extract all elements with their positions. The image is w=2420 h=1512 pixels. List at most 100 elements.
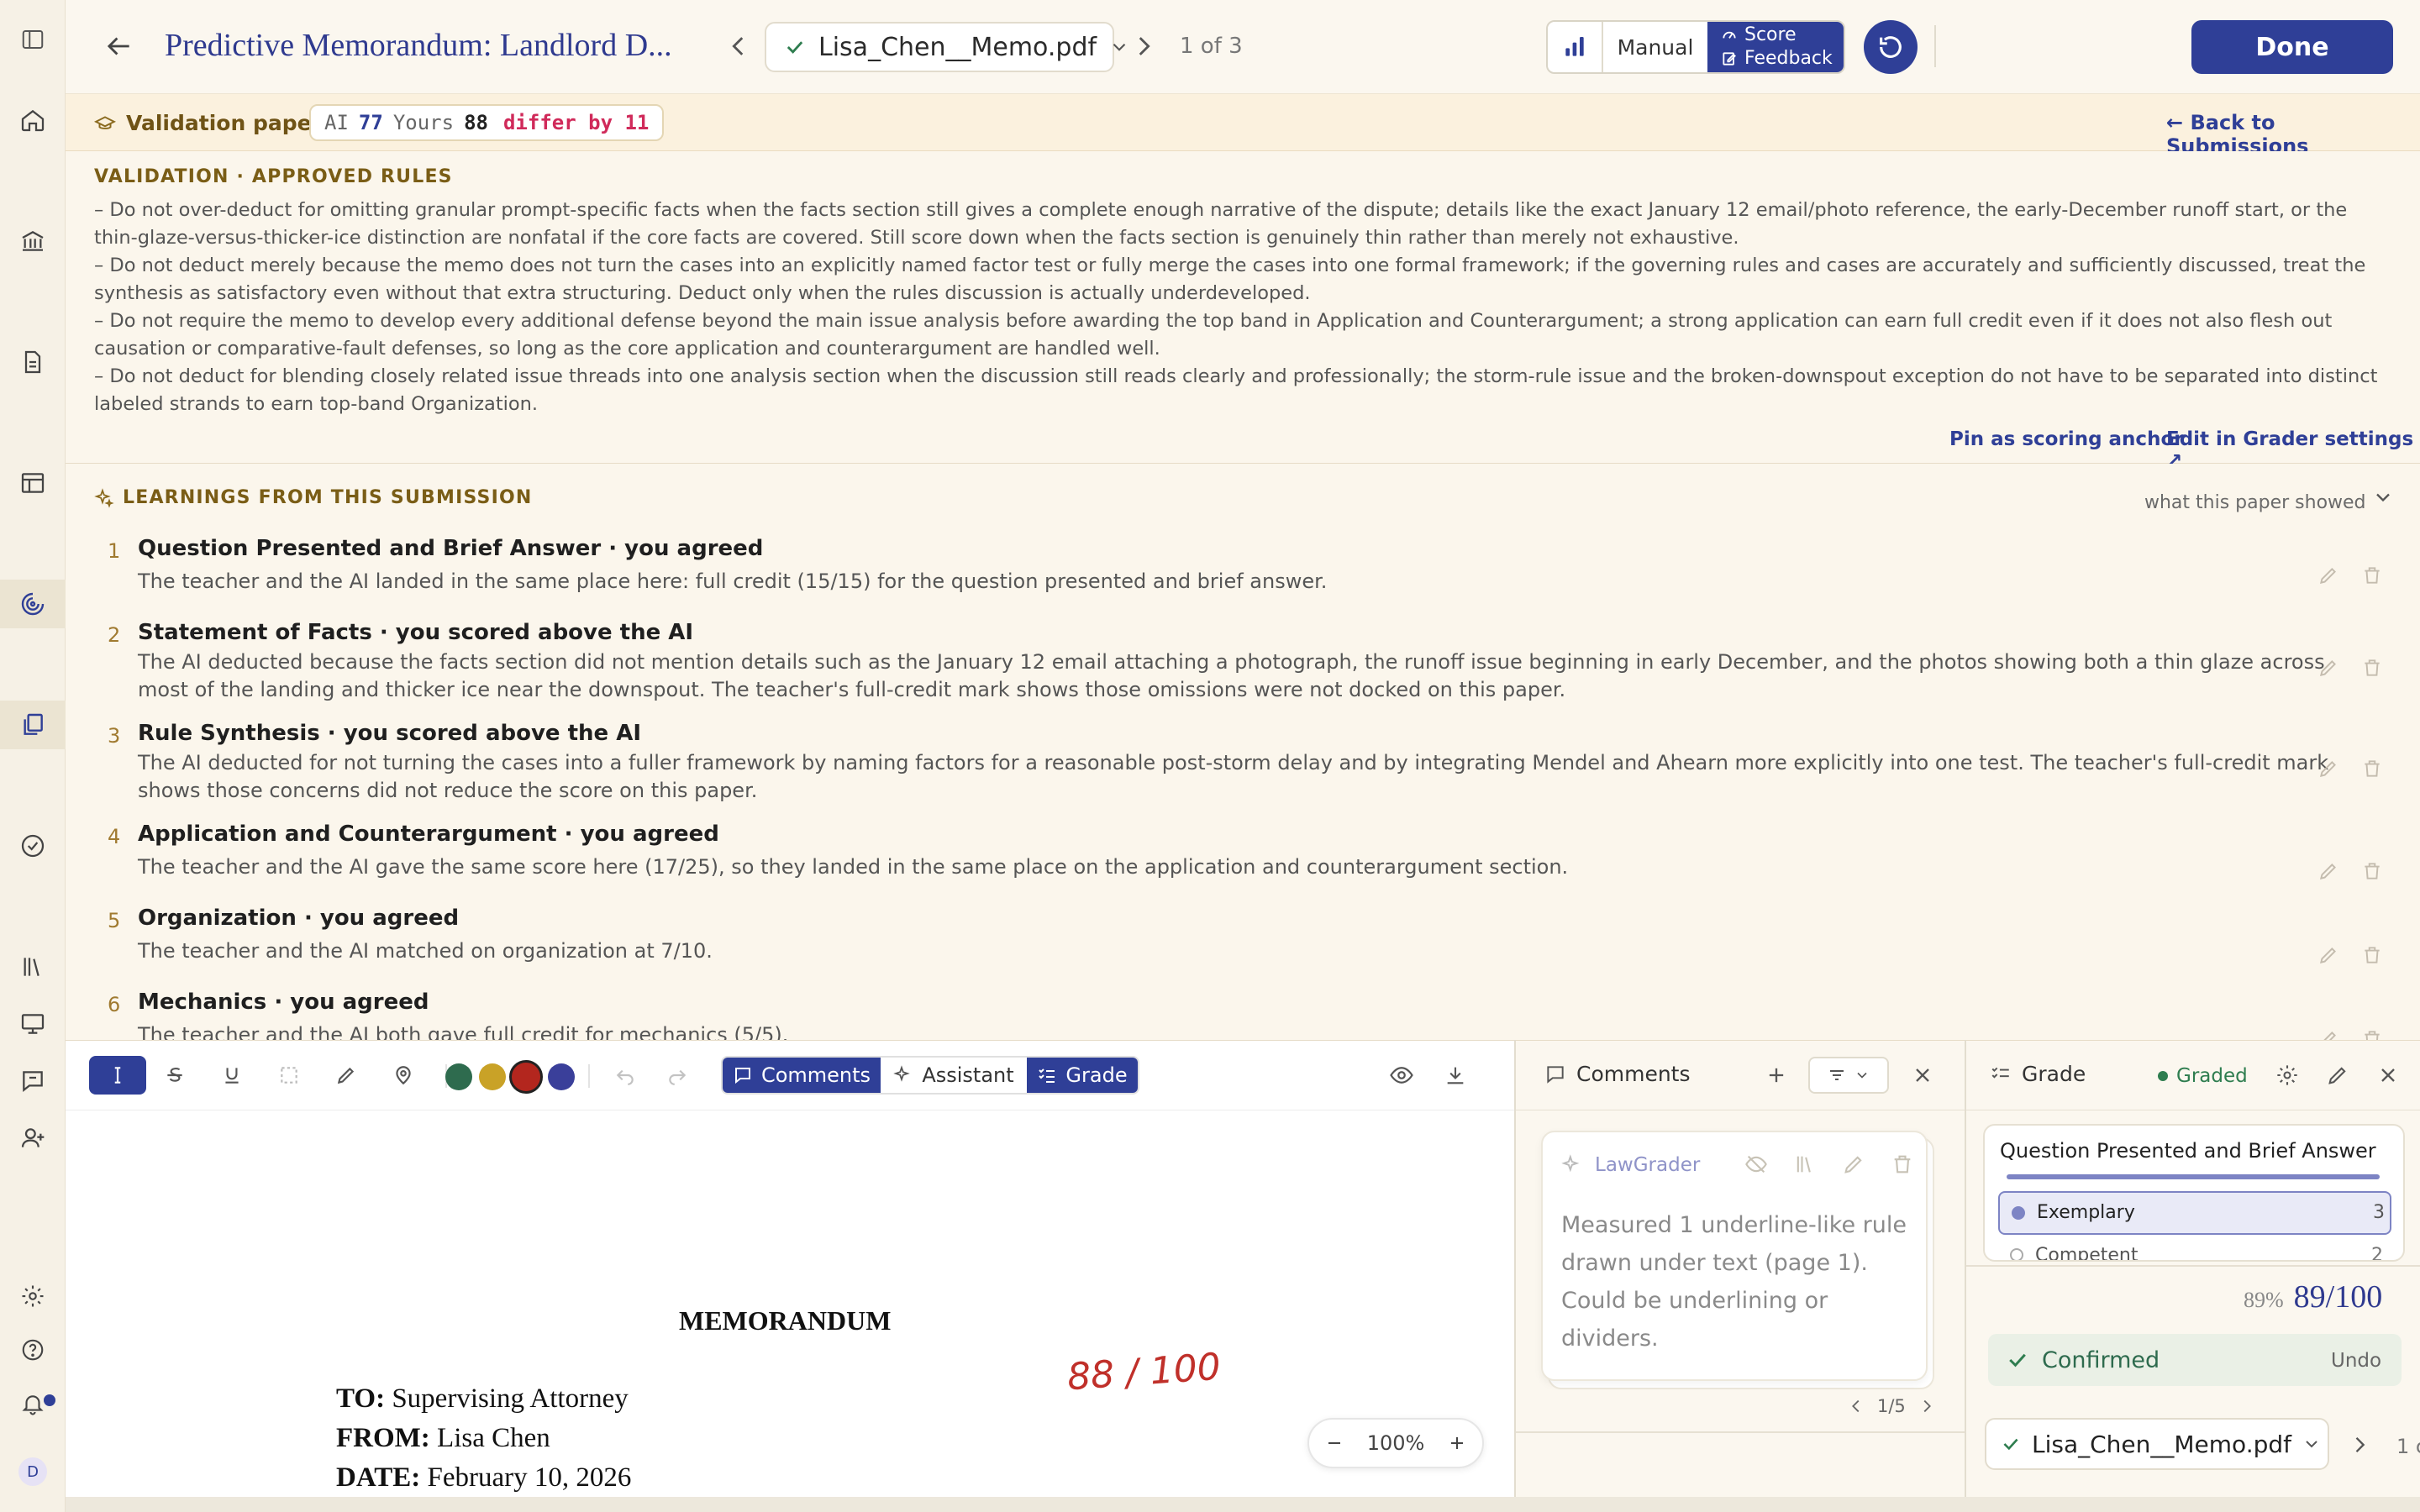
settings-icon[interactable] xyxy=(0,1272,66,1320)
score-percent: 89% xyxy=(2244,1288,2284,1312)
option-exemplary[interactable]: Exemplary 3 xyxy=(1998,1191,2391,1235)
file-selector-label: Lisa_Chen__Memo.pdf xyxy=(818,32,1097,62)
learning-number: 2 xyxy=(108,623,121,647)
document-icon[interactable] xyxy=(0,338,66,386)
close-comments-icon[interactable] xyxy=(1911,1063,1934,1087)
done-button[interactable]: Done xyxy=(2191,20,2393,74)
tab-grade[interactable]: Grade xyxy=(1027,1058,1138,1093)
back-arrow-icon[interactable] xyxy=(103,30,134,62)
tab-comments-label: Comments xyxy=(760,1063,871,1087)
learning-title: Organization · you agreed xyxy=(138,906,460,931)
trash-icon[interactable] xyxy=(2361,1028,2383,1040)
document-viewer[interactable]: MEMORANDUM 88 / 100 TO: Supervising Atto… xyxy=(66,1110,1514,1497)
prev-comment-icon[interactable] xyxy=(1847,1397,1865,1415)
score-feedback-mode-button[interactable]: Score Feedback xyxy=(1707,22,1844,72)
divider xyxy=(1516,1431,1966,1433)
grade-file-selector[interactable]: Lisa_Chen__Memo.pdf xyxy=(1985,1418,2329,1470)
next-comment-icon[interactable] xyxy=(1918,1397,1936,1415)
learning-body: The teacher and the AI both gave full cr… xyxy=(138,1023,789,1040)
date-label: DATE: xyxy=(336,1462,421,1493)
trash-icon[interactable] xyxy=(2361,860,2383,882)
checklist-icon xyxy=(1991,1067,2009,1079)
library-icon[interactable] xyxy=(1793,1152,1817,1176)
help-icon[interactable] xyxy=(0,1326,66,1374)
learning-title: Statement of Facts · you scored above th… xyxy=(138,620,694,645)
edit-grade-icon[interactable] xyxy=(2326,1063,2349,1087)
tab-comments[interactable]: Comments xyxy=(723,1058,881,1093)
trash-icon[interactable] xyxy=(2361,564,2383,586)
yours-score: 88 xyxy=(464,111,488,134)
graded-status-label: Graded xyxy=(2176,1065,2248,1087)
date-value: February 10, 2026 xyxy=(427,1462,632,1493)
library-icon[interactable] xyxy=(0,942,66,991)
chart-mode-button[interactable] xyxy=(1548,22,1603,72)
color-swatch-green[interactable] xyxy=(445,1063,472,1090)
presentation-icon[interactable] xyxy=(0,1000,66,1048)
comment-card[interactable]: LawGrader Measured 1 underline-like rule… xyxy=(1541,1131,1928,1381)
prev-file-chevron-icon[interactable] xyxy=(724,32,753,60)
trash-icon[interactable] xyxy=(2361,657,2383,679)
edit-pencil-icon[interactable] xyxy=(1842,1152,1865,1176)
add-comment-icon[interactable] xyxy=(1765,1063,1788,1087)
pin-scoring-anchor-link[interactable]: Pin as scoring anchor xyxy=(1949,428,2184,450)
hide-icon[interactable] xyxy=(1744,1152,1768,1176)
grade-settings-icon[interactable] xyxy=(2275,1063,2299,1087)
underline-tool-icon[interactable] xyxy=(203,1056,260,1095)
next-file-chevron-icon[interactable] xyxy=(2348,1433,2371,1457)
collapse-chevron-icon[interactable] xyxy=(2371,486,2395,509)
confirmed-label: Confirmed xyxy=(2042,1347,2160,1373)
grade-file-label: Lisa_Chen__Memo.pdf xyxy=(2032,1430,2291,1458)
area-select-tool-icon[interactable] xyxy=(260,1056,318,1095)
strikethrough-tool-icon[interactable] xyxy=(146,1056,203,1095)
regrade-button[interactable] xyxy=(1864,20,1918,74)
edit-pencil-icon[interactable] xyxy=(2317,1028,2339,1040)
color-swatch-yellow[interactable] xyxy=(479,1063,506,1090)
manual-mode-button[interactable]: Manual xyxy=(1603,22,1707,72)
edit-pencil-icon[interactable] xyxy=(2317,944,2339,966)
redo-icon[interactable] xyxy=(654,1056,701,1095)
file-selector[interactable]: Lisa_Chen__Memo.pdf xyxy=(765,22,1126,72)
edit-pencil-icon[interactable] xyxy=(2317,860,2339,882)
sparkles-icon xyxy=(893,1065,911,1082)
zoom-out-icon[interactable] xyxy=(1324,1433,1344,1453)
color-swatch-blue[interactable] xyxy=(548,1063,575,1090)
pin-tool-icon[interactable] xyxy=(375,1056,432,1095)
differ-label: differ by 11 xyxy=(502,111,650,134)
comment-author-name: LawGrader xyxy=(1595,1154,1701,1176)
institution-icon[interactable] xyxy=(0,217,66,265)
next-file-chevron-icon[interactable] xyxy=(1129,32,1158,60)
tab-assistant[interactable]: Assistant xyxy=(881,1058,1027,1093)
eye-icon[interactable] xyxy=(1378,1056,1425,1095)
undo-button[interactable]: Undo xyxy=(2331,1350,2381,1372)
color-swatch-red-selected[interactable] xyxy=(509,1060,543,1094)
zoom-in-icon[interactable] xyxy=(1447,1433,1467,1453)
trash-icon[interactable] xyxy=(1891,1152,1914,1176)
download-icon[interactable] xyxy=(1432,1056,1479,1095)
user-avatar[interactable]: D xyxy=(0,1447,66,1496)
feedback-label: Feedback xyxy=(1744,48,1833,69)
chat-icon[interactable] xyxy=(0,1057,66,1105)
chevron-down-icon xyxy=(1857,1072,1867,1079)
trash-icon[interactable] xyxy=(2361,944,2383,966)
notifications-icon[interactable] xyxy=(0,1379,66,1428)
text-cursor-tool-icon[interactable] xyxy=(89,1056,146,1095)
option-points: 2 xyxy=(2371,1245,2383,1262)
criterion-card: Question Presented and Brief Answer Exem… xyxy=(1983,1124,2405,1262)
grading-icon[interactable] xyxy=(0,580,66,628)
home-icon[interactable] xyxy=(0,96,66,144)
option-competent[interactable]: Competent 2 xyxy=(1998,1240,2391,1262)
table-icon[interactable] xyxy=(0,459,66,507)
edit-pencil-icon[interactable] xyxy=(2317,758,2339,780)
sidebar-toggle-icon[interactable] xyxy=(0,15,66,64)
check-circle-icon[interactable] xyxy=(0,822,66,870)
undo-icon[interactable] xyxy=(602,1056,649,1095)
copy-documents-icon[interactable] xyxy=(0,701,66,749)
pen-tool-icon[interactable] xyxy=(318,1056,375,1095)
close-grade-icon[interactable] xyxy=(2376,1063,2400,1087)
filter-dropdown[interactable] xyxy=(1808,1057,1889,1094)
edit-pencil-icon[interactable] xyxy=(2317,564,2339,586)
add-user-icon[interactable] xyxy=(0,1114,66,1163)
avatar-initial: D xyxy=(18,1457,47,1486)
edit-pencil-icon[interactable] xyxy=(2317,657,2339,679)
trash-icon[interactable] xyxy=(2361,758,2383,780)
